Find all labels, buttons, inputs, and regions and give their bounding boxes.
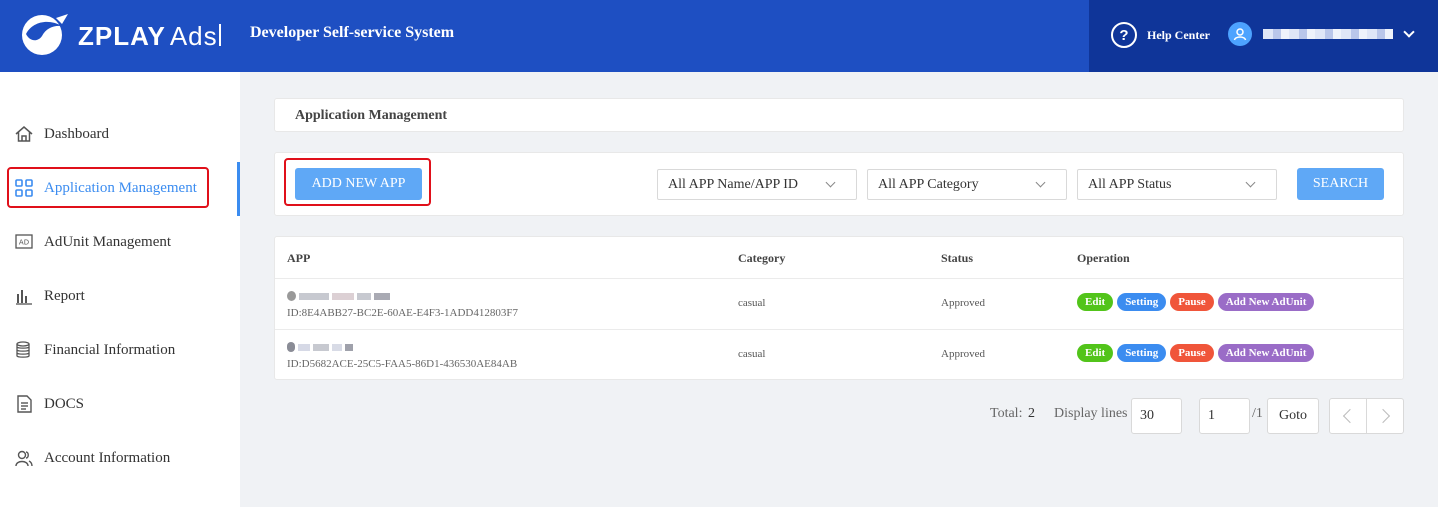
breadcrumb: Application Management xyxy=(274,98,1404,132)
filter-toolbar: ADD NEW APP All APP Name/APP ID All APP … xyxy=(274,152,1404,216)
sidebar-item-account-information[interactable]: Account Information xyxy=(0,438,240,478)
column-header-category: Category xyxy=(738,251,786,265)
apple-icon xyxy=(287,291,296,301)
logo[interactable]: ZPLAY Ads xyxy=(18,13,218,59)
select-value: All APP Status xyxy=(1088,176,1172,192)
system-title: Developer Self-service System xyxy=(250,24,455,41)
coins-icon xyxy=(13,339,35,361)
app-name-filter-select[interactable]: All APP Name/APP ID xyxy=(657,169,857,200)
select-value: All APP Category xyxy=(878,176,979,192)
help-center-link[interactable]: ? Help Center xyxy=(1111,22,1210,48)
user-icon xyxy=(1228,22,1252,46)
pause-button[interactable]: Pause xyxy=(1170,293,1214,311)
pause-button[interactable]: Pause xyxy=(1170,344,1214,362)
users-icon xyxy=(13,447,35,469)
bar-chart-icon xyxy=(13,285,35,307)
app-status: Approved xyxy=(941,297,985,309)
setting-button[interactable]: Setting xyxy=(1117,344,1167,362)
header-divider xyxy=(219,24,221,46)
pagination-total: Total: 2 xyxy=(990,406,1035,442)
sidebar-item-label: Report xyxy=(44,287,85,304)
chevron-right-icon xyxy=(1375,408,1390,424)
top-header: ZPLAY Ads Developer Self-service System ?… xyxy=(0,0,1438,72)
app-category: casual xyxy=(738,348,766,360)
total-value: 2 xyxy=(1027,406,1035,421)
ad-icon: AD xyxy=(13,231,35,253)
edit-button[interactable]: Edit xyxy=(1077,293,1114,311)
chevron-down-icon xyxy=(825,177,836,188)
sidebar-item-label: Dashboard xyxy=(44,125,109,142)
column-header-status: Status xyxy=(941,251,974,265)
sidebar-item-adunit-management[interactable]: AD AdUnit Management xyxy=(0,222,240,262)
highlight-box-add-app xyxy=(284,158,431,206)
sidebar-item-docs[interactable]: DOCS xyxy=(0,384,240,424)
chevron-down-icon xyxy=(1403,26,1415,38)
app-status-filter-select[interactable]: All APP Status xyxy=(1077,169,1277,200)
user-menu[interactable] xyxy=(1228,22,1415,46)
table-row: ID:D5682ACE-25C5-FAA5-86D1-436530AE84AB … xyxy=(275,330,1403,381)
setting-button[interactable]: Setting xyxy=(1117,293,1167,311)
add-new-adunit-button[interactable]: Add New AdUnit xyxy=(1217,344,1315,362)
android-icon xyxy=(287,342,295,352)
page-nav xyxy=(1329,398,1404,434)
row-operations: Edit Setting Pause Add New AdUnit xyxy=(1077,293,1315,311)
sidebar-item-dashboard[interactable]: Dashboard xyxy=(0,114,240,154)
sidebar-item-label: Account Information xyxy=(44,449,171,466)
page-total: /1 xyxy=(1252,406,1263,421)
apps-table: APP Category Status Operation ID:8E4ABB2… xyxy=(274,236,1404,380)
sidebar-item-label: AdUnit Management xyxy=(44,233,172,250)
sidebar-item-label: DOCS xyxy=(44,395,85,412)
prev-page-button[interactable] xyxy=(1330,399,1367,433)
search-button[interactable]: SEARCH xyxy=(1297,168,1384,200)
app-status: Approved xyxy=(941,348,985,360)
chevron-left-icon xyxy=(1342,408,1357,424)
sidebar-item-label: Financial Information xyxy=(44,341,176,358)
sidebar-item-financial-information[interactable]: Financial Information xyxy=(0,330,240,370)
question-circle-icon: ? xyxy=(1111,22,1137,48)
app-name-redacted xyxy=(287,290,390,302)
next-page-button[interactable] xyxy=(1367,399,1404,433)
logo-text: ZPLAY Ads xyxy=(78,20,218,51)
column-header-app: APP xyxy=(287,251,311,265)
add-new-adunit-button[interactable]: Add New AdUnit xyxy=(1217,293,1315,311)
page-title: Application Management xyxy=(295,108,448,123)
chevron-down-icon xyxy=(1035,177,1046,188)
app-id: ID:D5682ACE-25C5-FAA5-86D1-436530AE84AB xyxy=(287,358,518,370)
goto-button[interactable]: Goto xyxy=(1267,398,1319,434)
edit-button[interactable]: Edit xyxy=(1077,344,1114,362)
chevron-down-icon xyxy=(1245,177,1256,188)
dolphin-logo-icon xyxy=(18,12,70,61)
display-lines-input[interactable]: 30 xyxy=(1131,398,1182,434)
row-operations: Edit Setting Pause Add New AdUnit xyxy=(1077,344,1315,362)
select-value: All APP Name/APP ID xyxy=(668,176,799,192)
total-label: Total: xyxy=(990,406,1023,421)
svg-text:AD: AD xyxy=(19,239,29,247)
table-row: ID:8E4ABB27-BC2E-60AE-E4F3-1ADD412803F7 … xyxy=(275,279,1403,330)
app-id: ID:8E4ABB27-BC2E-60AE-E4F3-1ADD412803F7 xyxy=(287,307,518,319)
highlight-box-sidebar xyxy=(7,167,209,208)
sidebar-item-report[interactable]: Report xyxy=(0,276,240,316)
app-category: casual xyxy=(738,297,766,309)
page-number-input[interactable]: 1 xyxy=(1199,398,1250,434)
active-indicator xyxy=(237,162,240,216)
column-header-operation: Operation xyxy=(1077,251,1130,265)
home-icon xyxy=(13,123,35,145)
sidebar: Dashboard Application Management AD AdUn… xyxy=(0,72,240,507)
app-name-redacted xyxy=(287,341,353,353)
display-lines-label: Display lines xyxy=(1054,406,1128,421)
help-center-label: Help Center xyxy=(1147,27,1210,42)
document-icon xyxy=(13,393,35,415)
username-redacted xyxy=(1263,29,1393,39)
app-category-filter-select[interactable]: All APP Category xyxy=(867,169,1067,200)
table-header: APP Category Status Operation xyxy=(275,237,1403,279)
